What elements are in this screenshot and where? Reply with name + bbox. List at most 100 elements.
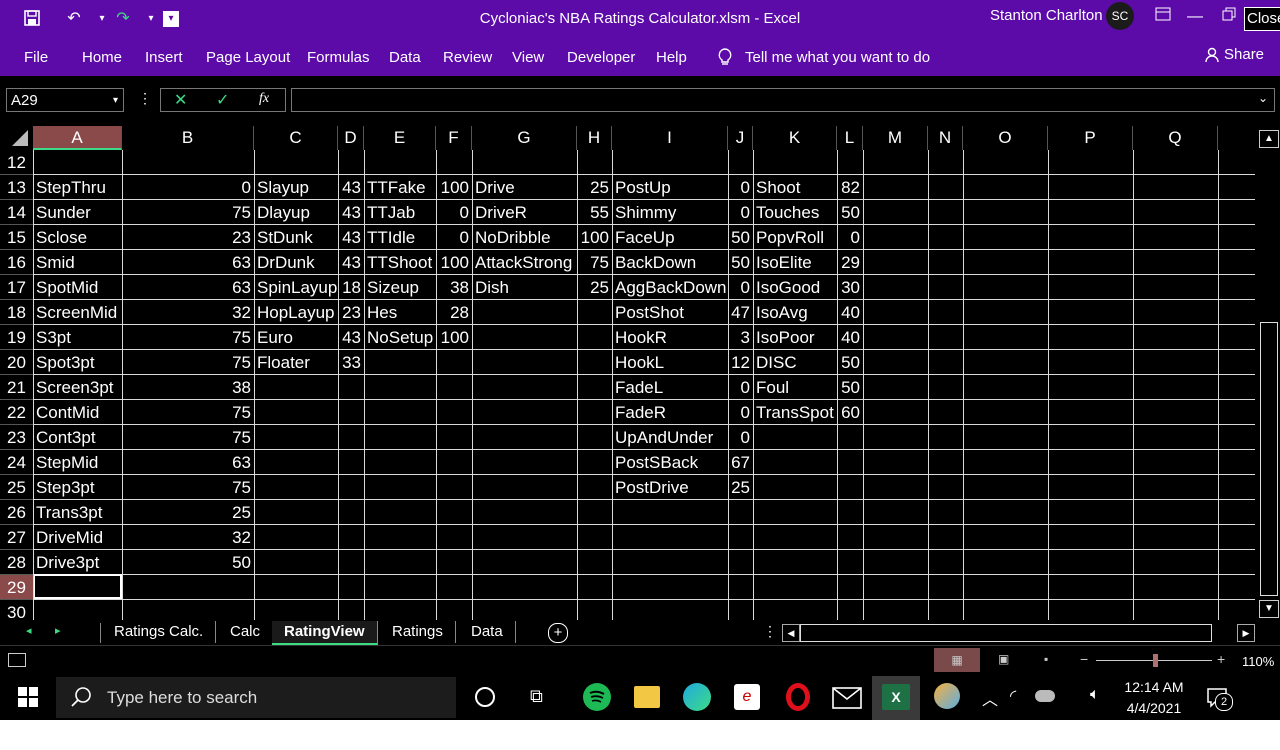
cell-e29[interactable]	[364, 575, 436, 600]
cell-f23[interactable]	[436, 425, 472, 450]
cell-h25[interactable]	[577, 475, 612, 500]
cell-a22[interactable]: ContMid	[33, 400, 122, 425]
spotify-icon[interactable]	[583, 683, 611, 711]
cell-f16[interactable]: 100	[436, 250, 472, 275]
cell-j28[interactable]	[728, 550, 753, 575]
row-header-24[interactable]: 24	[0, 450, 33, 475]
cell-l18[interactable]: 40	[837, 300, 863, 325]
cell-d17[interactable]: 18	[338, 275, 364, 300]
cell-g14[interactable]: DriveR	[472, 200, 577, 225]
cell-c24[interactable]	[254, 450, 338, 475]
cell-c15[interactable]: StDunk	[254, 225, 338, 250]
cell-e27[interactable]	[364, 525, 436, 550]
undo-dropdown-icon[interactable]: ▾	[92, 9, 112, 29]
cell-h16[interactable]: 75	[577, 250, 612, 275]
cell-b28[interactable]: 50	[122, 550, 254, 575]
cell-j29[interactable]	[728, 575, 753, 600]
zoom-level[interactable]: 110%	[1242, 654, 1274, 669]
cell-l24[interactable]	[837, 450, 863, 475]
cell-i17[interactable]: AggBackDown	[612, 275, 728, 300]
cell-k15[interactable]: PopvRoll	[753, 225, 837, 250]
cell-h30[interactable]	[577, 600, 612, 620]
cell-d18[interactable]: 23	[338, 300, 364, 325]
column-header-m[interactable]: M	[863, 126, 928, 150]
task-view-icon[interactable]: ⧉	[530, 686, 543, 707]
scroll-right-icon[interactable]: ▶	[1237, 624, 1255, 642]
cell-e23[interactable]	[364, 425, 436, 450]
cell-d19[interactable]: 43	[338, 325, 364, 350]
cell-a30[interactable]	[33, 600, 122, 620]
cell-b18[interactable]: 32	[122, 300, 254, 325]
tab-review[interactable]: Review	[443, 49, 492, 66]
cell-j17[interactable]: 0	[728, 275, 753, 300]
cell-k25[interactable]	[753, 475, 837, 500]
clock-time[interactable]: 12:14 AM	[1124, 679, 1184, 695]
cell-l23[interactable]	[837, 425, 863, 450]
cell-i15[interactable]: FaceUp	[612, 225, 728, 250]
cell-j16[interactable]: 50	[728, 250, 753, 275]
cell-l30[interactable]	[837, 600, 863, 620]
cell-h23[interactable]	[577, 425, 612, 450]
cell-d24[interactable]	[338, 450, 364, 475]
cell-k18[interactable]: IsoAvg	[753, 300, 837, 325]
cell-j14[interactable]: 0	[728, 200, 753, 225]
cell-f28[interactable]	[436, 550, 472, 575]
cell-b26[interactable]: 25	[122, 500, 254, 525]
column-header-b[interactable]: B	[122, 126, 254, 150]
scrollbar-thumb[interactable]	[1260, 322, 1278, 596]
cell-e18[interactable]: Hes	[364, 300, 436, 325]
cell-j19[interactable]: 3	[728, 325, 753, 350]
cell-d23[interactable]	[338, 425, 364, 450]
cell-j24[interactable]: 67	[728, 450, 753, 475]
minimize-icon[interactable]: —	[1180, 6, 1210, 28]
cell-a17[interactable]: SpotMid	[33, 275, 122, 300]
cell-c13[interactable]: Slayup	[254, 175, 338, 200]
cell-l17[interactable]: 30	[837, 275, 863, 300]
cell-h21[interactable]	[577, 375, 612, 400]
cell-k30[interactable]	[753, 600, 837, 620]
cell-j25[interactable]: 25	[728, 475, 753, 500]
cell-g15[interactable]: NoDribble	[472, 225, 577, 250]
cell-g29[interactable]	[472, 575, 577, 600]
cell-g12[interactable]	[472, 150, 577, 175]
cell-l16[interactable]: 29	[837, 250, 863, 275]
cell-f26[interactable]	[436, 500, 472, 525]
cell-c29[interactable]	[254, 575, 338, 600]
cell-b17[interactable]: 63	[122, 275, 254, 300]
cell-a23[interactable]: Cont3pt	[33, 425, 122, 450]
tab-help[interactable]: Help	[656, 49, 687, 66]
cell-e21[interactable]	[364, 375, 436, 400]
cell-k28[interactable]	[753, 550, 837, 575]
column-header-c[interactable]: C	[254, 126, 338, 150]
cell-d13[interactable]: 43	[338, 175, 364, 200]
cell-b16[interactable]: 63	[122, 250, 254, 275]
row-header-25[interactable]: 25	[0, 475, 33, 500]
cell-k27[interactable]	[753, 525, 837, 550]
cell-e20[interactable]	[364, 350, 436, 375]
row-header-20[interactable]: 20	[0, 350, 33, 375]
cell-a24[interactable]: StepMid	[33, 450, 122, 475]
row-header-21[interactable]: 21	[0, 375, 33, 400]
cell-g13[interactable]: Drive	[472, 175, 577, 200]
cortana-icon[interactable]	[475, 687, 495, 707]
cell-i21[interactable]: FadeL	[612, 375, 728, 400]
horizontal-scrollbar[interactable]	[800, 624, 1212, 642]
cell-l22[interactable]: 60	[837, 400, 863, 425]
tray-expand-icon[interactable]: ︿	[982, 686, 998, 710]
cell-a13[interactable]: StepThru	[33, 175, 122, 200]
select-all-corner[interactable]	[0, 126, 33, 150]
cell-j26[interactable]	[728, 500, 753, 525]
cell-c18[interactable]: HopLayup	[254, 300, 338, 325]
cell-e17[interactable]: Sizeup	[364, 275, 436, 300]
row-header-19[interactable]: 19	[0, 325, 33, 350]
tab-data[interactable]: Data	[389, 49, 421, 66]
cell-g18[interactable]	[472, 300, 577, 325]
cell-e14[interactable]: TTJab	[364, 200, 436, 225]
cell-e19[interactable]: NoSetup	[364, 325, 436, 350]
column-header-j[interactable]: J	[728, 126, 753, 150]
cell-i30[interactable]	[612, 600, 728, 620]
row-header-18[interactable]: 18	[0, 300, 33, 325]
cell-h17[interactable]: 25	[577, 275, 612, 300]
cell-e28[interactable]	[364, 550, 436, 575]
cell-h27[interactable]	[577, 525, 612, 550]
